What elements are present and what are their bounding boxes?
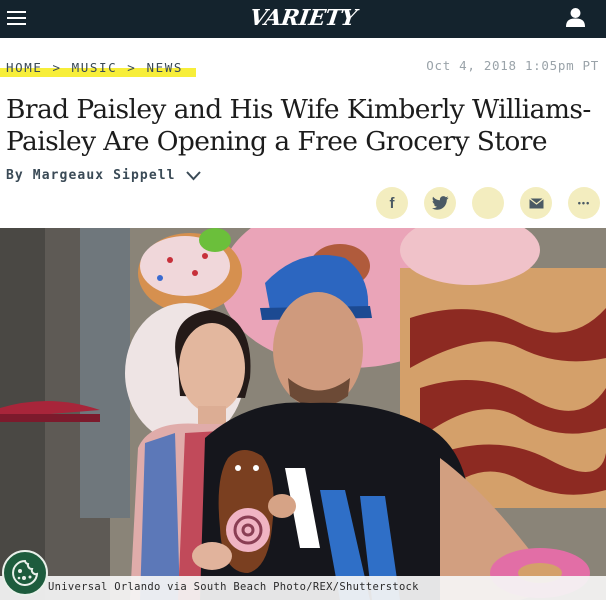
email-icon (528, 197, 544, 208)
publish-date: Oct 4, 2018 1:05pm PT (426, 58, 599, 73)
more-icon: ••• (577, 198, 591, 208)
photo-illustration (0, 228, 606, 600)
cookie-icon (12, 559, 39, 586)
breadcrumb-home-link[interactable]: HOME (6, 60, 43, 75)
variety-logo[interactable]: VARIETY (238, 4, 368, 32)
top-navigation-bar: VARIETY (0, 0, 606, 38)
photo-credit: Universal Orlando via South Beach Photo/… (48, 581, 419, 593)
chevron-down-icon[interactable] (185, 170, 201, 181)
more-share-button[interactable]: ••• (568, 187, 600, 219)
breadcrumb-news-link[interactable]: NEWS (146, 60, 183, 75)
breadcrumb-separator: > (127, 59, 137, 75)
article-headline: Brad Paisley and His Wife Kimberly Willi… (6, 94, 591, 157)
article-photo (0, 228, 606, 600)
blank-share-button[interactable] (472, 187, 504, 219)
byline[interactable]: By Margeaux Sippell (6, 168, 201, 183)
breadcrumb: HOME > MUSIC > NEWS (6, 58, 183, 76)
email-share-button[interactable] (520, 187, 552, 219)
byline-author[interactable]: By Margeaux Sippell (6, 168, 176, 183)
breadcrumb-music-link[interactable]: MUSIC (72, 60, 118, 75)
cookie-settings-button[interactable] (2, 550, 48, 596)
twitter-icon (431, 196, 448, 210)
hamburger-menu-icon[interactable] (7, 10, 26, 27)
user-icon[interactable] (566, 7, 585, 27)
facebook-icon: f (389, 194, 395, 212)
twitter-share-button[interactable] (424, 187, 456, 219)
facebook-share-button[interactable]: f (376, 187, 408, 219)
breadcrumb-separator: > (52, 59, 62, 75)
